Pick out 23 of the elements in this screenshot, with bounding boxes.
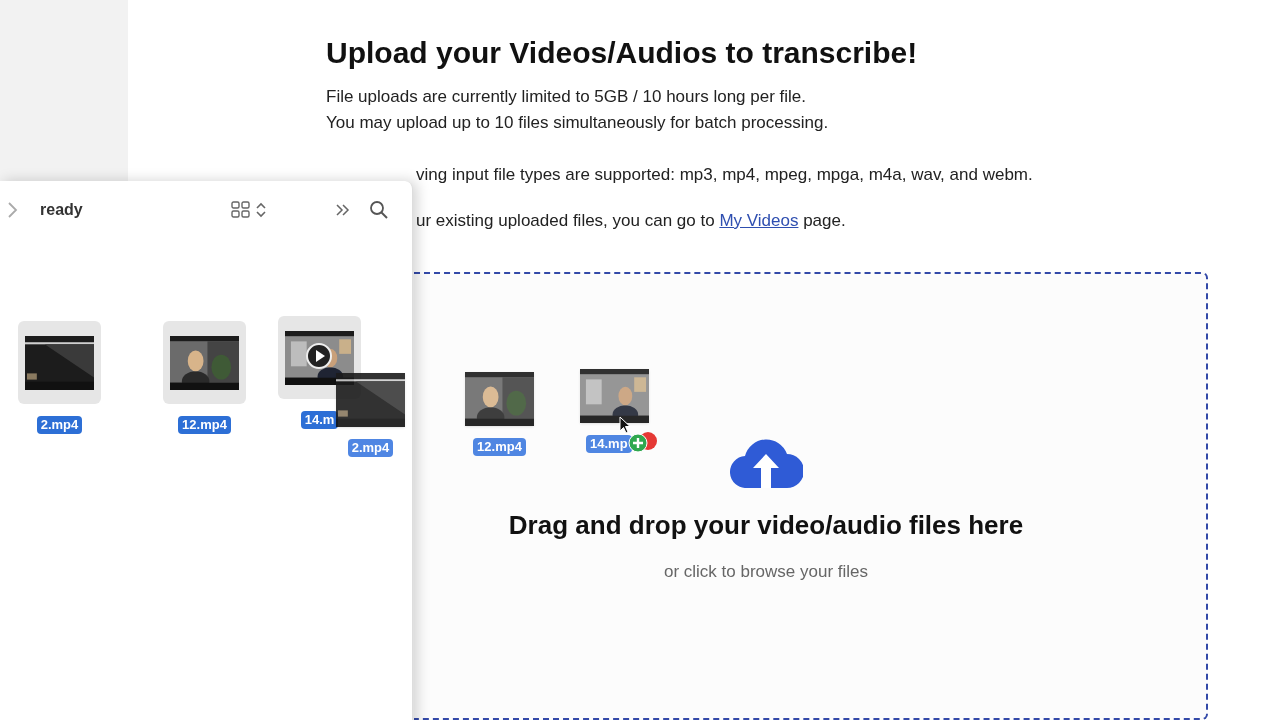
- dragged-file-name: 2.mp4: [347, 439, 394, 457]
- file-name: 12.mp4: [178, 416, 231, 434]
- file-name: 14.m: [300, 411, 339, 429]
- drop-subtitle: or click to browse your files: [663, 561, 869, 583]
- cloud-upload-icon: [729, 438, 803, 488]
- drop-title: Drag and drop your video/audio files here: [508, 509, 1024, 542]
- my-videos-link[interactable]: My Videos: [719, 211, 799, 230]
- info-text: File uploads are currently limited to 5GB / 10 hours long per file.: [326, 86, 808, 108]
- info-text: You may upload up to 10 files simultaneously for batch processing.: [326, 112, 830, 134]
- cursor-icon: [619, 416, 631, 434]
- dragged-file-name: 12.mp4: [473, 438, 526, 456]
- file-name: 2.mp4: [36, 416, 83, 434]
- sort-chevrons-icon[interactable]: [254, 201, 267, 219]
- info-text: ving input file types are supported: mp3, mp4, mpeg, mpga, m4a, wav, and webm.: [415, 164, 1034, 186]
- file-thumbnail[interactable]: [163, 321, 246, 404]
- page-heading: Upload your Videos/Audios to transcribe!: [326, 35, 919, 71]
- file-thumbnail[interactable]: [18, 321, 101, 404]
- grid-view-icon[interactable]: [230, 201, 251, 219]
- folder-title: ready: [40, 200, 83, 220]
- dragged-file-name: 14.mp: [586, 435, 632, 453]
- search-icon[interactable]: [368, 200, 389, 220]
- double-chevron-icon[interactable]: [334, 202, 351, 218]
- file-thumbnail[interactable]: [278, 316, 361, 399]
